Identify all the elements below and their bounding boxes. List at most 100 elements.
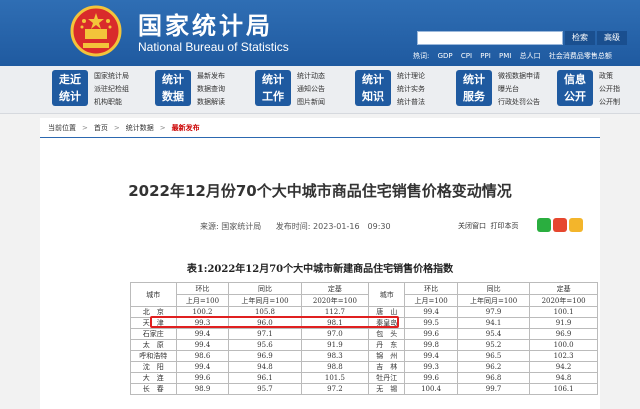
hot-word-link[interactable]: GDP (438, 52, 453, 60)
table-cell-value: 96.8 (457, 372, 531, 384)
nav-link[interactable]: 国家统计局 (94, 70, 129, 83)
table-row: 沈 阳 99.4 94.8 98.8 吉 林 99.3 96.2 94.2 (130, 361, 598, 373)
search-input[interactable] (417, 31, 563, 45)
table-cell-value: 96.2 (457, 361, 531, 373)
nav-link[interactable]: 数据查询 (197, 83, 225, 96)
table-row: 石家庄 99.4 97.1 97.0 包 头 99.6 95.4 96.9 (130, 328, 598, 340)
nav-title-about[interactable]: 走近 统计 (52, 70, 88, 106)
table-cell-value: 96.1 (228, 372, 302, 384)
nav-title-knowledge[interactable]: 统计 知识 (355, 70, 391, 106)
table-subheader: 上月=100 (175, 294, 230, 307)
nav-link[interactable]: 统计动态 (297, 70, 325, 83)
weibo-share-icon[interactable] (553, 218, 567, 232)
table-cell-city: 石家庄 (130, 328, 177, 340)
date-label: 发布时间: (275, 222, 311, 231)
table-cell-value: 94.1 (457, 317, 531, 329)
nav-link[interactable]: 统计理论 (397, 70, 425, 83)
hot-word-link[interactable]: CPI (461, 52, 472, 60)
nav-link[interactable]: 通知公告 (297, 83, 325, 96)
table-cell-city: 太 原 (130, 339, 177, 351)
table-title: 表1:2022年12月70个大中城市新建商品住宅销售价格指数 (186, 264, 454, 275)
table-cell-city: 长 春 (130, 383, 177, 395)
table-cell-value: 102.3 (529, 350, 598, 362)
date-value: 2023-01-16 09:30 (313, 222, 391, 231)
nav-link[interactable]: 政策 (599, 70, 620, 83)
nav-link[interactable]: 最新发布 (197, 70, 225, 83)
table-cell-value: 101.5 (300, 372, 370, 384)
hot-word-link[interactable]: 总人口 (520, 52, 541, 60)
nav-link[interactable]: 统计实务 (397, 83, 425, 96)
table-header-group: 同比 (457, 282, 531, 295)
hot-word-link[interactable]: PPI (480, 52, 491, 60)
main-nav: 走近 统计 国家统计局 派驻纪检组 机构职能 统计 数据 最新发布 数据查询 数据解… (0, 66, 640, 114)
breadcrumb-link[interactable]: 首页 (94, 124, 108, 132)
table-cell-city: 吉 林 (368, 361, 406, 373)
close-window-link[interactable]: 关闭窗口 (458, 222, 486, 230)
breadcrumb-current[interactable]: 最新发布 (172, 124, 200, 132)
table-header-group: 环比 (175, 282, 230, 295)
breadcrumb-link[interactable]: 统计数据 (126, 124, 154, 132)
table-cell-value: 100.0 (529, 339, 598, 351)
nav-link[interactable]: 图片新闻 (297, 96, 325, 109)
nav-title-disclosure[interactable]: 信息 公开 (557, 70, 593, 106)
table-header-city: 城市 (130, 282, 177, 307)
nav-link[interactable]: 机构职能 (94, 96, 129, 109)
nav-link[interactable]: 数据解读 (197, 96, 225, 109)
table-header-group: 定基 (529, 282, 598, 295)
table-cell-value: 96.9 (228, 350, 302, 362)
breadcrumb-label: 当前位置 (48, 124, 76, 132)
table-header-city: 城市 (368, 282, 406, 307)
table-cell-value: 95.4 (457, 328, 531, 340)
source-value: 国家统计局 (221, 222, 262, 231)
table-subheader: 上年同月=100 (457, 294, 531, 307)
nav-link[interactable]: 行政处罚公告 (498, 96, 540, 109)
table-cell-value: 98.6 (175, 350, 230, 362)
nav-title-data[interactable]: 统计 数据 (155, 70, 191, 106)
table-cell-value: 100.1 (529, 306, 598, 318)
nav-link[interactable]: 公开指 (599, 83, 620, 96)
table-cell-city: 丹 东 (368, 339, 406, 351)
advanced-search-button[interactable]: 高级 (597, 31, 627, 45)
nav-link[interactable]: 微视数据申请 (498, 70, 540, 83)
table-cell-value: 97.0 (300, 328, 370, 340)
nav-link[interactable]: 统计普法 (397, 96, 425, 109)
nav-link[interactable]: 公开制 (599, 96, 620, 109)
hot-word-link[interactable]: 社会消费品零售总额 (549, 52, 612, 60)
table-header-group: 定基 (300, 282, 370, 295)
table-cell-city: 沈 阳 (130, 361, 177, 373)
table-cell-value: 97.2 (300, 383, 370, 395)
table-subheader: 上年同月=100 (228, 294, 302, 307)
site-header: 国家统计局 National Bureau of Statistics 检索 高… (0, 0, 640, 66)
table-cell-city: 无 锡 (368, 383, 406, 395)
table-row: 太 原 99.4 95.6 91.9 丹 东 99.8 95.2 100.0 (130, 339, 598, 351)
article-container: 当前位置 > 首页 > 统计数据 > 最新发布 2022年12月份70个大中城市商品住宅销售… (40, 118, 600, 409)
table-cell-value: 99.8 (404, 339, 459, 351)
source-label: 来源: (200, 222, 219, 231)
national-emblem-icon (70, 5, 122, 57)
table-cell-value: 98.3 (300, 350, 370, 362)
table-row: 长 春 98.9 95.7 97.2 无 锡 100.4 99.7 106.1 (130, 383, 598, 395)
site-name-en[interactable]: National Bureau of Statistics (138, 40, 289, 54)
wechat-share-icon[interactable] (537, 218, 551, 232)
nav-title-service[interactable]: 统计 服务 (456, 70, 492, 106)
table-cell-value: 96.9 (529, 328, 598, 340)
nav-title-work[interactable]: 统计 工作 (255, 70, 291, 106)
hot-word-link[interactable]: PMI (499, 52, 511, 60)
article-tools: 关闭窗口 打印本页 (458, 221, 518, 231)
share-icons (537, 217, 585, 236)
table-subheader: 2020年=100 (529, 294, 598, 307)
table-cell-value: 106.1 (529, 383, 598, 395)
print-page-link[interactable]: 打印本页 (490, 222, 518, 230)
breadcrumb: 当前位置 > 首页 > 统计数据 > 最新发布 (48, 124, 200, 132)
divider (40, 137, 600, 138)
table-cell-value: 97.9 (457, 306, 531, 318)
hot-words: 热词: GDP CPI PPI PMI 总人口 社会消费品零售总额 (413, 51, 618, 61)
table-header-group: 同比 (228, 282, 302, 295)
nav-link[interactable]: 派驻纪检组 (94, 83, 129, 96)
table-cell-city: 牡丹江 (368, 372, 406, 384)
hot-words-label: 热词: (413, 52, 430, 60)
qzone-share-icon[interactable] (569, 218, 583, 232)
site-name-cn[interactable]: 国家统计局 (138, 6, 273, 41)
nav-link[interactable]: 曝光台 (498, 83, 540, 96)
search-button[interactable]: 检索 (565, 31, 595, 45)
